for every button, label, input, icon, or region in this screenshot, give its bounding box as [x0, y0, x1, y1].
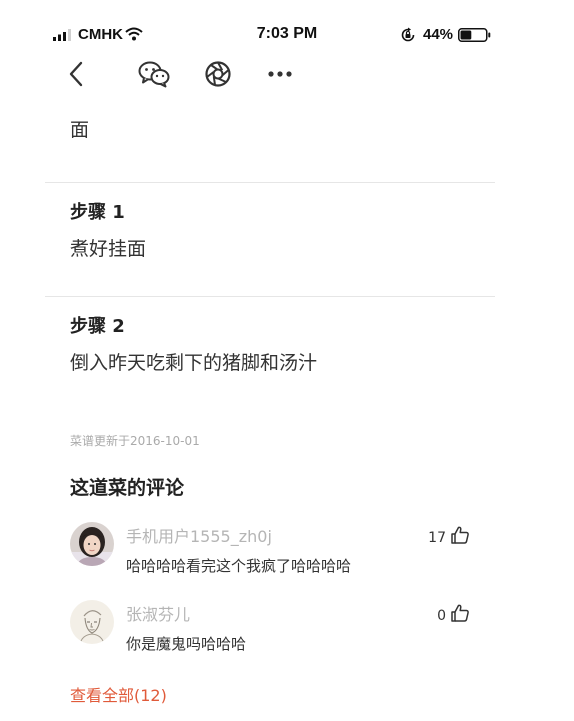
wechat-icon	[138, 61, 170, 88]
battery-percent: 44%	[423, 26, 454, 43]
like-button[interactable]: 17	[428, 524, 470, 546]
like-count: 0	[437, 608, 446, 624]
step-1-text: 煮好挂面	[70, 238, 147, 260]
divider	[45, 296, 495, 297]
view-all-comments-link[interactable]: 查看全部(12)	[70, 682, 167, 706]
comment-item: 手机用户1555_zh0j 哈哈哈哈看完这个我疯了哈哈哈哈 17	[70, 520, 480, 580]
avatar[interactable]	[70, 600, 114, 644]
battery-icon	[458, 28, 491, 42]
step-2-text: 倒入昨天吃剩下的猪脚和汤汁	[70, 352, 318, 374]
step-1-title: 步骤 1	[70, 202, 125, 223]
ingredient-text: 面	[70, 119, 90, 141]
comment-username[interactable]: 张淑芬儿	[126, 601, 190, 625]
share-moments-button[interactable]	[200, 56, 236, 92]
back-icon	[69, 61, 83, 87]
comment-username[interactable]: 手机用户1555_zh0j	[126, 523, 272, 547]
divider	[45, 182, 495, 183]
comment-item: 张淑芬儿 你是魔鬼吗哈哈哈 0	[70, 598, 480, 658]
step-2-title: 步骤 2	[70, 316, 125, 337]
thumbs-up-icon	[451, 604, 469, 622]
more-icon	[268, 71, 292, 77]
thumbs-up-icon	[451, 526, 469, 544]
avatar[interactable]	[70, 522, 114, 566]
back-button[interactable]	[58, 56, 94, 92]
toolbar	[0, 56, 574, 92]
comments-heading: 这道菜的评论	[70, 477, 185, 499]
moments-icon	[205, 61, 231, 87]
status-bar: CMHK 7:03 PM 44%	[0, 0, 574, 52]
like-count: 17	[428, 530, 446, 546]
share-wechat-button[interactable]	[136, 56, 172, 92]
orientation-lock-icon	[401, 27, 415, 42]
more-options-button[interactable]	[262, 56, 298, 92]
like-button[interactable]: 0	[437, 602, 470, 624]
comment-text: 你是魔鬼吗哈哈哈	[126, 635, 247, 653]
recipe-updated-date: 菜谱更新于2016-10-01	[70, 434, 200, 448]
comment-text: 哈哈哈哈看完这个我疯了哈哈哈哈	[126, 557, 352, 575]
